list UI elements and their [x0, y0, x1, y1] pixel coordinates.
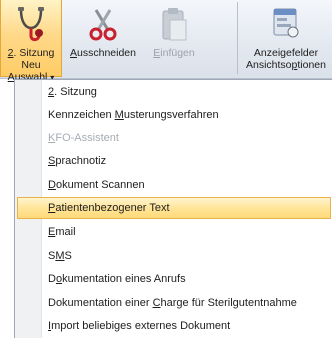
menu-item-dokumentation-charge-sterilgutentnahme[interactable]: Dokumentation einer Charge für Sterilgut…: [17, 292, 331, 314]
menu-item-email[interactable]: Email: [17, 221, 331, 243]
sitzung-label-line1: 2. Sitzung: [7, 47, 55, 59]
view-options-icon: [271, 6, 301, 45]
menu-item-dokument-scannen[interactable]: Dokument Scannen: [17, 174, 331, 196]
clipboard-icon: [159, 6, 189, 47]
menu-item-patientenbezogener-text[interactable]: Patientenbezogener Text: [17, 197, 331, 219]
anzeigefelder-label: Anzeigefelder: [253, 47, 319, 59]
ansichtsoptionen-label: Ansichtsoptionen: [246, 59, 326, 71]
menu-item-sms[interactable]: SMS: [17, 245, 331, 267]
menu-item-kfo-assistent: KFO-Assistent: [48, 132, 119, 144]
anzeigefelder-ansichtsoptionen-button[interactable]: Anzeigefelder Ansichtsoptionen: [240, 0, 332, 77]
ausschneiden-button[interactable]: Ausschneiden: [68, 0, 138, 77]
scissors-icon: [86, 6, 120, 45]
menu-item-sprachnotiz[interactable]: Sprachnotiz: [17, 150, 331, 172]
menu-item-dokumentation-eines-anrufs[interactable]: Dokumentation eines Anrufs: [17, 268, 331, 290]
stethoscope-icon: [13, 6, 49, 47]
menu-item-kennzeichen-musterungsverfahren[interactable]: Kennzeichen Musterungsverfahren: [17, 104, 331, 126]
einfuegen-label: Einfügen: [153, 47, 195, 59]
ausschneiden-label: Ausschneiden: [70, 47, 136, 59]
sitzung-dropdown-menu: 2. Sitzung Kennzeichen Musterungsverfahr…: [14, 79, 332, 338]
einfuegen-button[interactable]: Einfügen: [143, 0, 205, 77]
sitzung-neu-auswahl-button[interactable]: 2. Sitzung Neu Auswahl ▾: [0, 0, 62, 83]
menu-item-2-sitzung[interactable]: 2. Sitzung: [17, 81, 331, 103]
ribbon-toolbar: 2. Sitzung Neu Auswahl ▾ Ausschneiden Ei…: [0, 0, 332, 83]
ribbon-divider: [237, 2, 238, 74]
menu-item-import-externes-dokument[interactable]: Import beliebiges externes Dokument: [17, 315, 331, 337]
